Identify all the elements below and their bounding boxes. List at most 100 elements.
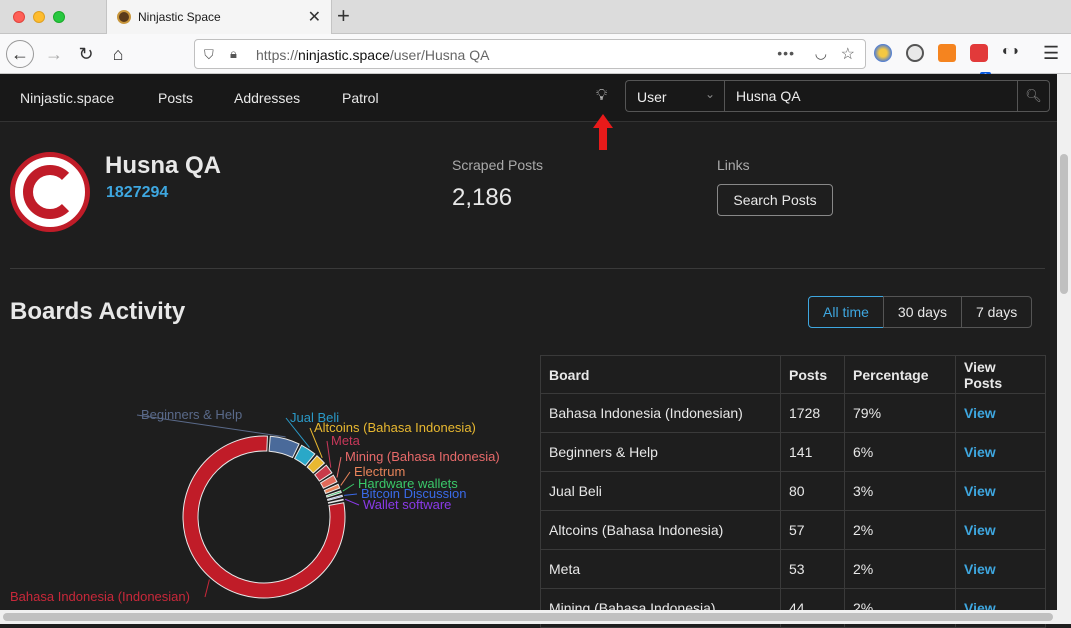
percentage-cell: 2%: [844, 510, 956, 550]
donut-leader-line: [342, 483, 355, 492]
tab-close-icon[interactable]: ✕: [308, 7, 321, 27]
table-header-row: Board Posts Percentage View Posts: [540, 355, 1046, 394]
donut-label: Mining (Bahasa Indonesia): [345, 449, 500, 464]
posts-cell: 53: [780, 549, 845, 589]
extension-eye-icon[interactable]: [906, 44, 924, 62]
search-icon[interactable]: 🔍︎: [1017, 80, 1050, 112]
posts-cell: 1728: [780, 393, 845, 433]
column-header-percentage: Percentage: [844, 355, 956, 394]
bookmark-star-icon[interactable]: ☆: [841, 44, 855, 64]
chevron-down-icon: ⌄: [704, 87, 715, 101]
url-host: ninjastic.space: [298, 47, 390, 63]
metamask-fox-icon[interactable]: [938, 44, 956, 62]
boards-table: Board Posts Percentage View Posts Bahasa…: [540, 355, 1046, 628]
scraped-posts-value: 2,186: [452, 184, 513, 211]
view-posts-link[interactable]: View: [955, 549, 1046, 589]
window-titlebar: Ninjastic Space ✕ +: [0, 0, 1071, 34]
url-prefix: https://: [256, 47, 299, 63]
posts-cell: 57: [780, 510, 845, 550]
donut-label: Wallet software: [363, 497, 451, 512]
table-row: Beginners & Help 141 6% View: [540, 432, 1046, 472]
range-all-time-button[interactable]: All time: [808, 296, 884, 328]
red-arrow-annotation-icon: [593, 114, 613, 150]
table-row: Bahasa Indonesia (Indonesian) 1728 79% View: [540, 393, 1046, 433]
horizontal-scroll-thumb[interactable]: [3, 613, 1053, 621]
column-header-board: Board: [540, 355, 781, 394]
nav-link-addresses[interactable]: Addresses: [234, 90, 300, 106]
donut-leader-line: [344, 493, 358, 496]
user-id-link[interactable]: 1827294: [106, 184, 168, 202]
donut-label: Meta: [331, 433, 361, 448]
nav-link-posts[interactable]: Posts: [158, 90, 193, 106]
table-row: Meta 53 2% View: [540, 549, 1046, 589]
view-posts-link[interactable]: View: [955, 432, 1046, 472]
search-type-select[interactable]: User ⌄: [625, 80, 725, 112]
divider: [10, 268, 1045, 269]
tab-title: Ninjastic Space: [138, 10, 221, 24]
shield-icon[interactable]: ⛉: [204, 47, 214, 63]
percentage-cell: 79%: [844, 393, 956, 433]
back-arrow-icon[interactable]: ←: [6, 40, 34, 68]
avatar: [10, 152, 90, 232]
vertical-scrollbar[interactable]: [1057, 74, 1071, 610]
brand-link[interactable]: Ninjastic.space: [20, 90, 114, 106]
site-favicon-icon: [117, 10, 131, 24]
search-posts-button[interactable]: Search Posts: [717, 184, 833, 216]
home-icon[interactable]: ⌂: [104, 40, 132, 68]
minimize-window-button[interactable]: [33, 11, 45, 23]
url-path: /user/Husna QA: [389, 47, 490, 63]
boards-donut-chart: Bahasa Indonesia (Indonesian) Beginners &…: [10, 407, 500, 604]
new-tab-icon[interactable]: +: [337, 3, 350, 29]
reload-icon[interactable]: ↻: [72, 40, 100, 68]
column-header-view-posts: View Posts: [955, 355, 1046, 394]
maximize-window-button[interactable]: [53, 11, 65, 23]
browser-tab[interactable]: Ninjastic Space ✕: [106, 0, 332, 34]
donut-leader-line: [344, 498, 360, 506]
more-actions-icon[interactable]: •••: [777, 45, 795, 61]
search-type-value: User: [637, 89, 667, 105]
donut-leader-line: [340, 471, 351, 486]
links-label: Links: [717, 157, 750, 173]
forward-arrow-icon[interactable]: →: [40, 40, 68, 68]
donut-label: Bahasa Indonesia (Indonesian): [10, 589, 190, 604]
nav-link-patrol[interactable]: Patrol: [342, 90, 379, 106]
horizontal-scrollbar[interactable]: [0, 610, 1071, 624]
url-text[interactable]: https://ninjastic.space/user/Husna QA: [256, 47, 489, 63]
avatar-refresh-icon: [23, 165, 77, 219]
view-posts-link[interactable]: View: [955, 393, 1046, 433]
range-30-days-button[interactable]: 30 days: [882, 296, 962, 328]
search-input[interactable]: [724, 80, 1018, 112]
posts-cell: 141: [780, 432, 845, 472]
donut-slice[interactable]: [268, 435, 300, 459]
address-bar[interactable]: ⛉ 🔒︎ https://ninjastic.space/user/Husna …: [194, 39, 866, 69]
lightbulb-icon[interactable]: 💡︎: [596, 87, 607, 105]
table-row: Jual Beli 80 3% View: [540, 471, 1046, 511]
board-cell: Jual Beli: [540, 471, 781, 511]
extension-red-icon[interactable]: [970, 44, 988, 62]
lock-icon[interactable]: 🔒︎: [230, 46, 237, 62]
percentage-cell: 6%: [844, 432, 956, 472]
view-posts-link[interactable]: View: [955, 510, 1046, 550]
board-cell: Meta: [540, 549, 781, 589]
browser-toolbar: ← → ↻ ⌂ ⛉ 🔒︎ https://ninjastic.space/use…: [0, 34, 1071, 82]
table-row: Altcoins (Bahasa Indonesia) 57 2% View: [540, 510, 1046, 550]
donut-leader-line: [204, 579, 210, 598]
hamburger-menu-icon[interactable]: ☰: [1043, 43, 1059, 64]
vertical-scroll-thumb[interactable]: [1060, 154, 1068, 294]
close-window-button[interactable]: [13, 11, 25, 23]
boards-activity-title: Boards Activity: [10, 298, 186, 325]
view-posts-link[interactable]: View: [955, 471, 1046, 511]
user-name: Husna QA: [105, 152, 222, 179]
board-cell: Altcoins (Bahasa Indonesia): [540, 510, 781, 550]
scraped-posts-label: Scraped Posts: [452, 157, 544, 173]
board-cell: Beginners & Help: [540, 432, 781, 472]
percentage-cell: 3%: [844, 471, 956, 511]
percentage-cell: 2%: [844, 549, 956, 589]
posts-cell: 80: [780, 471, 845, 511]
column-header-posts: Posts: [780, 355, 845, 394]
extension-globe-icon[interactable]: [874, 44, 892, 62]
range-7-days-button[interactable]: 7 days: [960, 296, 1033, 328]
pocket-icon[interactable]: ◡: [815, 45, 827, 62]
mask-icon[interactable]: ◐◑: [1002, 42, 1020, 60]
board-cell: Bahasa Indonesia (Indonesian): [540, 393, 781, 433]
